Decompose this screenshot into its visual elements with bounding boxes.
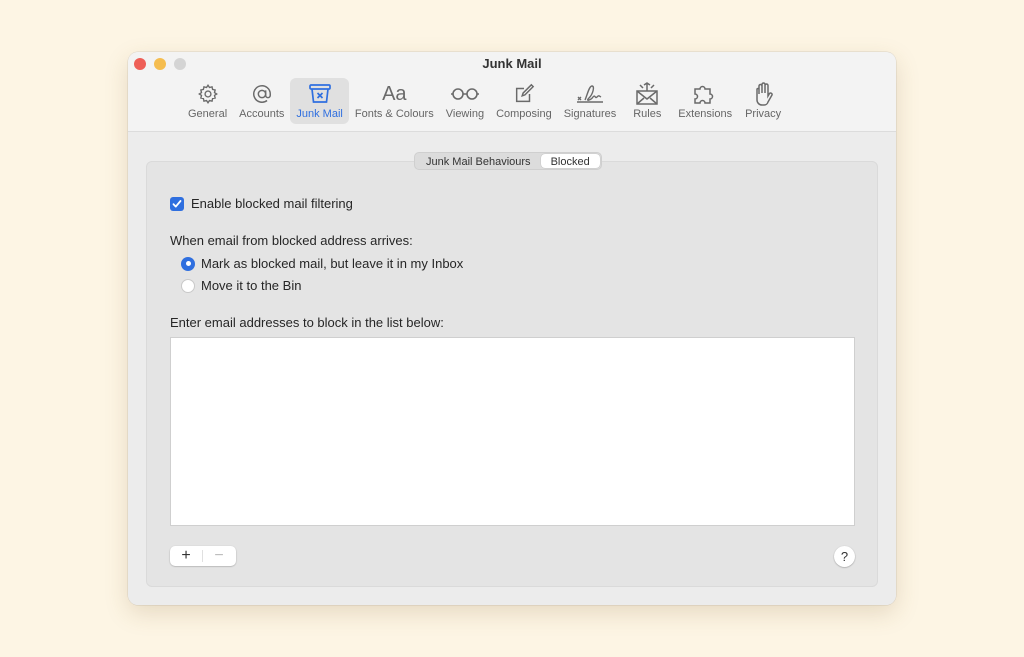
enable-blocked-filtering-row[interactable]: Enable blocked mail filtering: [170, 196, 353, 211]
blocked-addresses-list[interactable]: [170, 337, 855, 526]
signature-icon: [575, 81, 605, 107]
window-title: Junk Mail: [482, 56, 542, 71]
toolbar-item-privacy[interactable]: Privacy: [738, 78, 788, 124]
remove-address-button[interactable]: −: [203, 546, 235, 566]
tab-blocked[interactable]: Blocked: [540, 154, 600, 168]
toolbar-item-viewing[interactable]: Viewing: [440, 78, 490, 124]
gear-icon: [197, 81, 219, 107]
tab-junk-mail-behaviours[interactable]: Junk Mail Behaviours: [416, 154, 541, 168]
add-remove-control: + −: [170, 546, 236, 566]
toolbar-item-composing[interactable]: Composing: [490, 78, 558, 124]
enable-blocked-filtering-checkbox[interactable]: [170, 196, 184, 211]
toolbar-item-extensions[interactable]: Extensions: [672, 78, 738, 124]
title-bar: Junk Mail General Accounts Junk Mail Aa …: [128, 52, 896, 132]
option-mark-blocked[interactable]: Mark as blocked mail, but leave it in my…: [181, 256, 463, 271]
at-icon: [251, 81, 273, 107]
blocked-panel: Enable blocked mail filtering When email…: [146, 161, 878, 587]
hand-icon: [753, 81, 773, 107]
toolbar-item-accounts[interactable]: Accounts: [233, 78, 290, 124]
block-list-label: Enter email addresses to block in the li…: [170, 315, 444, 330]
toolbar-item-rules[interactable]: Rules: [622, 78, 672, 124]
mark-blocked-radio[interactable]: [181, 256, 195, 271]
add-address-button[interactable]: +: [170, 546, 202, 566]
preferences-toolbar: General Accounts Junk Mail Aa Fonts & Co…: [182, 78, 788, 124]
puzzle-icon: [690, 81, 720, 107]
junk-bin-icon: [308, 81, 332, 107]
compose-icon: [513, 81, 535, 107]
junk-mail-tabs: Junk Mail Behaviours Blocked: [414, 152, 602, 170]
checkmark-icon: [172, 199, 182, 207]
preferences-window: Junk Mail General Accounts Junk Mail Aa …: [128, 52, 896, 605]
toolbar-item-junk-mail[interactable]: Junk Mail: [290, 78, 349, 124]
arrival-label: When email from blocked address arrives:: [170, 233, 413, 248]
preferences-content: Junk Mail Behaviours Blocked Enable bloc…: [128, 133, 896, 605]
help-button[interactable]: ?: [834, 546, 855, 567]
toolbar-item-fonts-colours[interactable]: Aa Fonts & Colours: [349, 78, 440, 124]
move-to-bin-radio[interactable]: [181, 278, 195, 293]
move-to-bin-label: Move it to the Bin: [201, 278, 302, 293]
enable-blocked-filtering-label: Enable blocked mail filtering: [191, 196, 353, 211]
envelope-rules-icon: [635, 81, 659, 107]
toolbar-item-general[interactable]: General: [182, 78, 233, 124]
glasses-icon: [450, 81, 480, 107]
mark-blocked-label: Mark as blocked mail, but leave it in my…: [201, 256, 464, 271]
option-move-to-bin[interactable]: Move it to the Bin: [181, 278, 301, 293]
toolbar-item-signatures[interactable]: Signatures: [558, 78, 623, 124]
font-icon: Aa: [382, 82, 407, 105]
